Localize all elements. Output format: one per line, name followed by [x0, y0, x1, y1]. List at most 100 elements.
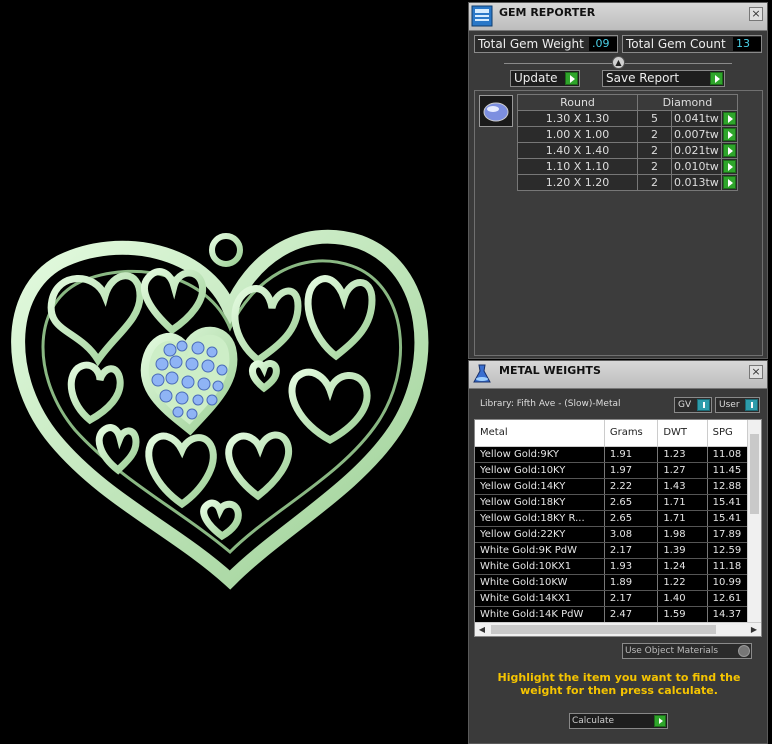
gv-toggle-label: GV	[678, 400, 692, 410]
library-label: Library: Fifth Ave - (Slow)-Metal	[480, 399, 621, 409]
play-arrow-icon	[722, 160, 736, 173]
metal-row[interactable]: Yellow Gold:22KY 3.08 1.98 17.89	[475, 526, 761, 543]
metal-row[interactable]: Yellow Gold:9KY 1.91 1.23 11.08	[475, 446, 761, 463]
metal-row[interactable]: Yellow Gold:14KY 2.22 1.43 12.88	[475, 478, 761, 495]
metal-name: Yellow Gold:22KY	[475, 526, 605, 543]
metal-row[interactable]: White Gold:9K PdW 2.17 1.39 12.59	[475, 542, 761, 559]
metal-name: White Gold:14K PdW	[475, 606, 605, 623]
metal-grams: 1.97	[604, 462, 659, 479]
gem-weight: 0.013tw	[671, 174, 722, 191]
metal-grams: 2.22	[604, 478, 659, 495]
metal-name: Yellow Gold:18KY R...	[475, 510, 605, 527]
metal-grams: 3.08	[604, 526, 659, 543]
metal-row[interactable]: Yellow Gold:10KY 1.97 1.27 11.45	[475, 462, 761, 479]
round-gem-thumbnail-icon[interactable]	[479, 95, 513, 127]
total-gem-count-value: 13	[733, 37, 761, 51]
scroll-right-icon[interactable]: ▶	[747, 623, 761, 636]
gem-reporter-title: GEM REPORTER	[499, 6, 596, 19]
gem-row-select-button[interactable]	[720, 126, 738, 143]
metal-name: Yellow Gold:9KY	[475, 446, 605, 463]
metal-row[interactable]: White Gold:14K PdW 2.47 1.59 14.37	[475, 606, 761, 623]
toggle-icon	[745, 399, 758, 411]
gem-weight: 0.007tw	[671, 126, 722, 143]
play-arrow-icon	[654, 715, 666, 727]
metal-weights-title: METAL WEIGHTS	[499, 364, 601, 377]
gem-size: 1.20 X 1.20	[517, 174, 638, 191]
metal-name: Yellow Gold:14KY	[475, 478, 605, 495]
metal-row[interactable]: Yellow Gold:18KY 2.65 1.71 15.41	[475, 494, 761, 511]
play-arrow-icon	[722, 176, 736, 189]
gem-row[interactable]: 1.40 X 1.40 2 0.021tw	[517, 142, 738, 159]
gem-row-select-button[interactable]	[720, 158, 738, 175]
metal-name: White Gold:9K PdW	[475, 542, 605, 559]
metal-dwt: 1.43	[657, 478, 708, 495]
metal-dwt: 1.59	[657, 606, 708, 623]
horizontal-scroll-thumb[interactable]	[491, 625, 716, 634]
gem-row[interactable]: 1.20 X 1.20 2 0.013tw	[517, 174, 738, 191]
metal-grams: 2.65	[604, 494, 659, 511]
play-arrow-icon	[722, 144, 736, 157]
vertical-scrollbar[interactable]	[747, 420, 761, 624]
metal-row[interactable]: White Gold:10KW 1.89 1.22 10.99	[475, 574, 761, 591]
play-arrow-icon	[722, 112, 736, 125]
grams-column-header[interactable]: Grams	[604, 420, 659, 447]
total-gem-weight-label: Total Gem Weight	[478, 37, 584, 51]
gem-reporter-titlebar[interactable]: GEM REPORTER ×	[469, 3, 767, 31]
metal-row[interactable]: Yellow Gold:18KY R... 2.65 1.71 15.41	[475, 510, 761, 527]
gem-row[interactable]: 1.10 X 1.10 2 0.010tw	[517, 158, 738, 175]
horizontal-scrollbar[interactable]: ◀ ▶	[475, 622, 761, 636]
user-toggle-label: User	[719, 400, 740, 410]
save-report-button-label: Save Report	[606, 71, 680, 85]
gem-size: 1.10 X 1.10	[517, 158, 638, 175]
gem-row-select-button[interactable]	[720, 110, 738, 127]
metal-column-header[interactable]: Metal	[475, 420, 605, 447]
update-button-label: Update	[514, 71, 558, 85]
gem-row[interactable]: 1.00 X 1.00 2 0.007tw	[517, 126, 738, 143]
metal-dwt: 1.98	[657, 526, 708, 543]
gem-material-header: Diamond	[637, 94, 738, 111]
gem-size: 1.40 X 1.40	[517, 142, 638, 159]
gem-count: 2	[637, 142, 672, 159]
use-object-materials-button[interactable]: Use Object Materials	[622, 643, 752, 659]
close-icon[interactable]: ×	[749, 365, 763, 379]
metal-dwt: 1.23	[657, 446, 708, 463]
play-arrow-icon	[710, 72, 723, 85]
collapse-arrow-icon[interactable]: ▲	[612, 56, 625, 69]
gem-size: 1.30 X 1.30	[517, 110, 638, 127]
user-toggle[interactable]: User	[715, 397, 760, 413]
gv-toggle[interactable]: GV	[674, 397, 712, 413]
gem-weight: 0.041tw	[671, 110, 722, 127]
metal-weights-icon	[473, 364, 491, 383]
metal-dwt: 1.27	[657, 462, 708, 479]
metal-row[interactable]: White Gold:10KX1 1.93 1.24 11.18	[475, 558, 761, 575]
close-icon[interactable]: ×	[749, 7, 763, 21]
update-button[interactable]: Update	[510, 70, 580, 87]
gem-row[interactable]: 1.30 X 1.30 5 0.041tw	[517, 110, 738, 127]
vertical-scroll-thumb[interactable]	[750, 434, 759, 514]
gem-reporter-icon	[471, 5, 493, 27]
gem-count: 2	[637, 126, 672, 143]
metal-grams: 2.47	[604, 606, 659, 623]
gem-shape-header: Round	[517, 94, 638, 111]
metal-dwt: 1.24	[657, 558, 708, 575]
gem-row-select-button[interactable]	[720, 142, 738, 159]
gem-table: Round Diamond 1.30 X 1.30 5 0.041tw 1.00 X …	[517, 94, 738, 191]
calculate-hint-text: Highlight the item you want to find the …	[497, 671, 741, 697]
model-viewport[interactable]	[0, 0, 468, 744]
metal-grams: 2.17	[604, 590, 659, 607]
metal-row[interactable]: White Gold:14KX1 2.17 1.40 12.61	[475, 590, 761, 607]
play-arrow-icon	[722, 128, 736, 141]
metal-list[interactable]: Metal Grams DWT SPG Yellow Gold:9KY 1.91 1…	[474, 419, 762, 637]
calculate-button[interactable]: Calculate	[569, 713, 668, 729]
save-report-button[interactable]: Save Report	[602, 70, 725, 87]
total-gem-count-label: Total Gem Count	[626, 37, 726, 51]
metal-weights-titlebar[interactable]: METAL WEIGHTS ×	[469, 361, 767, 389]
metal-grams: 2.65	[604, 510, 659, 527]
gem-weight: 0.010tw	[671, 158, 722, 175]
dwt-column-header[interactable]: DWT	[657, 420, 708, 447]
metal-name: White Gold:10KW	[475, 574, 605, 591]
gem-row-select-button[interactable]	[720, 174, 738, 191]
metal-dwt: 1.40	[657, 590, 708, 607]
scroll-left-icon[interactable]: ◀	[475, 623, 489, 636]
metal-weights-panel: METAL WEIGHTS × Library: Fifth Ave - (Sl…	[468, 360, 768, 744]
